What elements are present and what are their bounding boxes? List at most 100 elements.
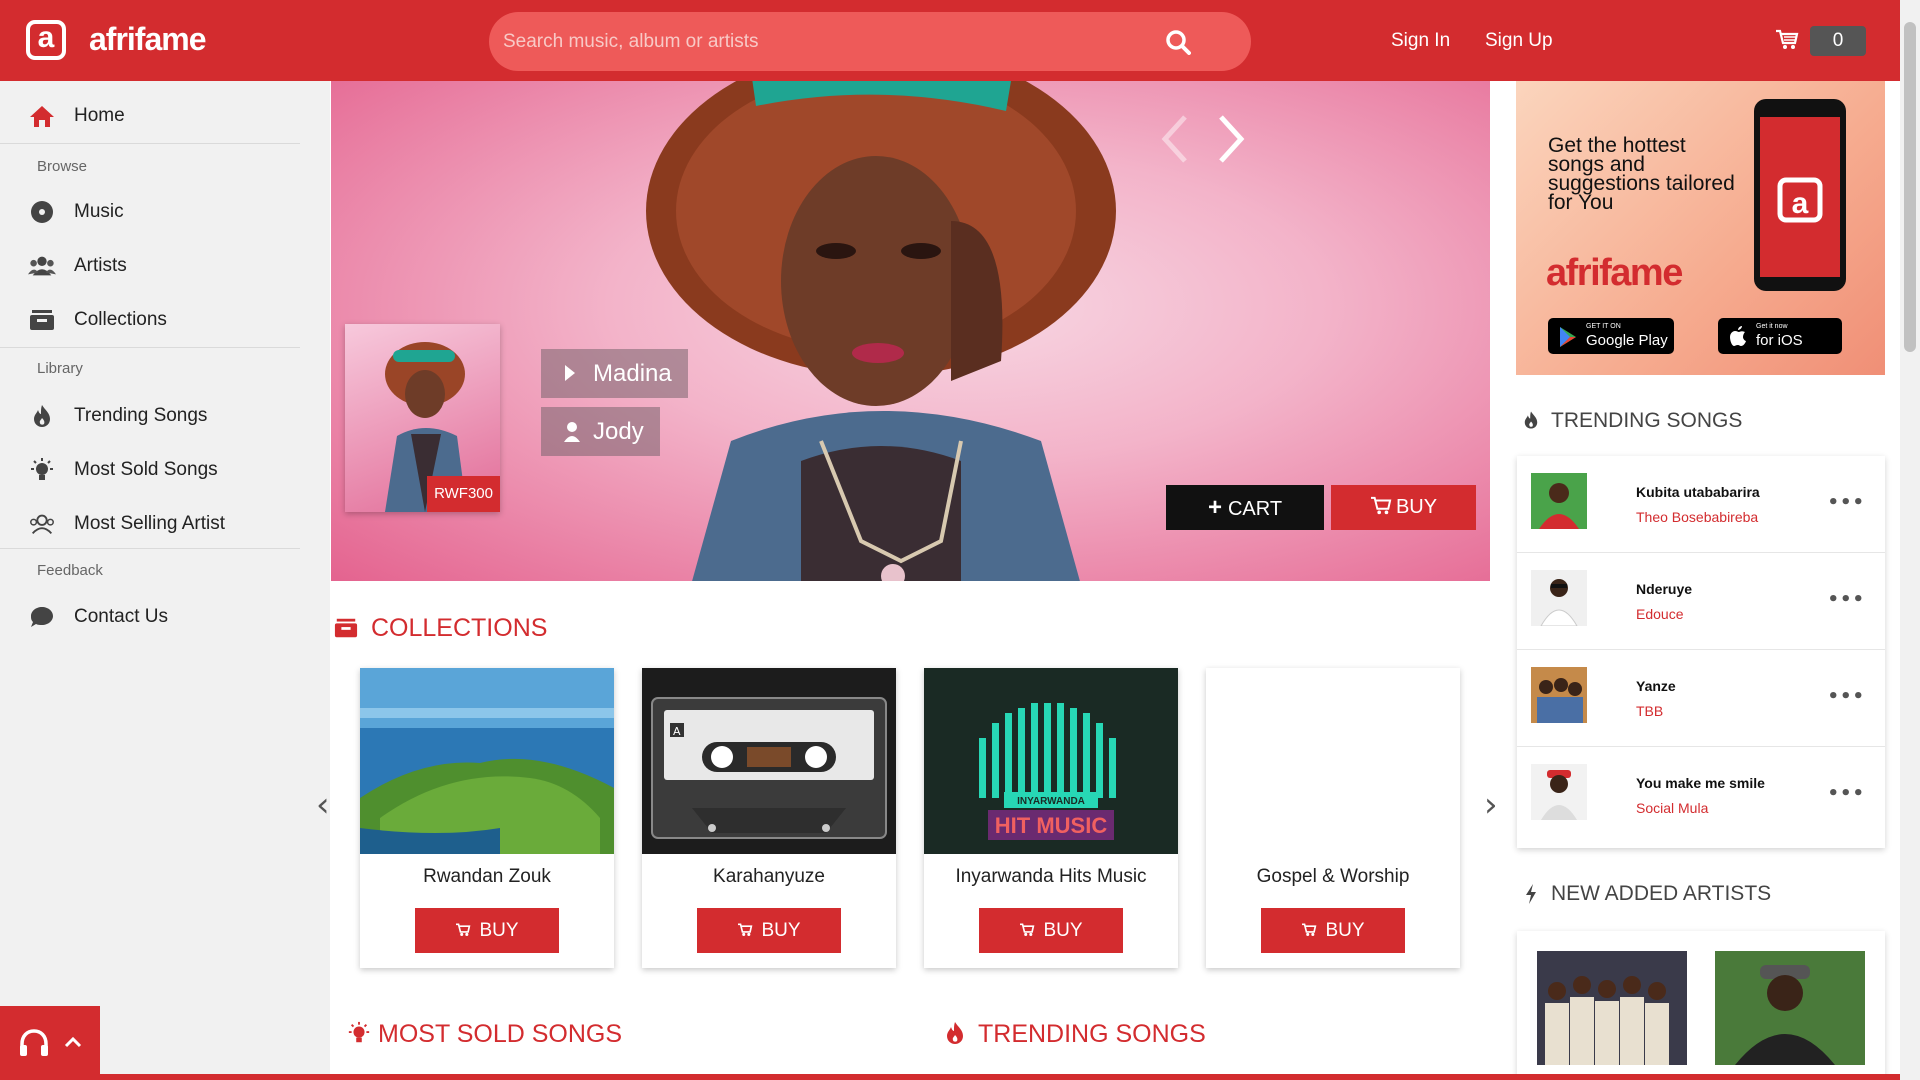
add-to-cart-button[interactable]: + CART [1166,485,1324,530]
top-header: a afrifame Sign In Sign Up 0 [0,0,1900,81]
phone-image: a [1754,99,1846,291]
song-artist[interactable]: Theo Bosebabireba [1636,509,1758,525]
browse-heading: Browse [37,158,88,175]
song-artist-avatar [1531,473,1587,529]
collection-title: Karahanyuze [713,866,825,887]
divider [0,347,300,348]
song-artist[interactable]: Edouce [1636,606,1683,622]
hit-music-art-text: HIT MUSIC [995,813,1108,838]
song-artist-avatar [1531,570,1587,626]
hero-next-arrow[interactable] [1209,111,1253,167]
collection-image [1206,668,1460,854]
fire-icon [947,1022,963,1044]
cassette-side-label: A [673,725,681,738]
collections-prev-arrow[interactable]: ‹ [316,785,330,825]
sidebar-item-home[interactable]: Home [0,91,300,141]
new-artist-card[interactable] [1715,951,1865,1065]
google-play-button[interactable]: GET IT ON Google Play [1548,318,1674,354]
collection-buy-button[interactable]: BUY [1261,908,1405,953]
sidebar-item-most-selling-artist[interactable]: Most Selling Artist [0,499,300,549]
sidebar-item-artists[interactable]: Artists [0,241,300,291]
sidebar-item-contact-us[interactable]: Contact Us [0,592,300,642]
song-title: Yanze [1636,678,1676,694]
sign-up-link[interactable]: Sign Up [1485,30,1553,52]
collections-next-arrow[interactable]: › [1484,785,1498,825]
collection-title: Inyarwanda Hits Music [955,866,1147,887]
scrollbar-thumb[interactable] [1904,22,1916,352]
song-artist[interactable]: Social Mula [1636,800,1708,816]
hero-album-thumbnail[interactable]: RWF300 [345,324,500,512]
most-sold-songs-heading: MOST SOLD SONGS [378,1020,623,1048]
song-artist-avatar [1531,667,1587,723]
feedback-heading: Feedback [37,562,103,579]
trending-song-item[interactable]: Yanze TBB ••• [1517,650,1885,747]
hero-prev-arrow[interactable] [1153,111,1197,167]
svg-text:a: a [1792,187,1809,220]
song-artist-avatar [1531,764,1587,820]
price-tag: RWF300 [427,476,500,512]
play-icon [565,365,575,381]
buy-button-label: BUY [1325,920,1365,941]
collection-card[interactable]: Rwandan Zouk BUY [360,668,614,968]
trending-song-item[interactable]: Nderuye Edouce ••• [1517,553,1885,650]
sidebar-item-label: Collections [74,309,167,330]
trending-songs-heading: TRENDING SONGS [978,1020,1206,1048]
disc-icon [28,198,56,226]
collection-title: Gospel & Worship [1256,866,1410,887]
search-icon[interactable] [1165,29,1191,55]
brand-name[interactable]: afrifame [89,20,206,58]
cart-count-badge[interactable]: 0 [1810,26,1866,56]
hero-artist-label[interactable]: Jody [541,407,660,456]
cart-icon [1302,923,1317,936]
sidebar-item-collections[interactable]: Collections [0,295,300,345]
sign-in-link[interactable]: Sign In [1391,30,1450,52]
cart-icon [1020,923,1035,936]
google-play-small-text: GET IT ON [1586,323,1621,330]
sidebar-item-most-sold-songs[interactable]: Most Sold Songs [0,445,300,495]
trending-song-item[interactable]: Kubita utababarira Theo Bosebabireba ••• [1517,456,1885,553]
cart-button-label: CART [1227,498,1283,520]
app-promo-banner[interactable]: Get the hottest songs and suggestions ta… [1516,81,1885,375]
buy-button-label: BUY [479,920,519,941]
more-options-icon[interactable]: ••• [1827,783,1865,804]
google-play-label: Google Play [1586,332,1668,349]
more-options-icon[interactable]: ••• [1827,589,1865,610]
more-options-icon[interactable]: ••• [1827,492,1865,513]
new-artist-card[interactable] [1537,951,1687,1065]
hero-artist-image [646,81,1116,581]
fire-icon [28,402,56,430]
collection-card[interactable]: A Karahanyuze BUY [642,668,896,968]
headphones-icon [20,1029,48,1056]
collection-card[interactable]: INYARWANDA HIT MUSIC Inyarwanda Hits Mus… [924,668,1178,968]
collection-buy-button[interactable]: BUY [697,908,841,953]
sidebar-item-music[interactable]: Music [0,187,300,237]
collection-buy-button[interactable]: BUY [415,908,559,953]
bottom-accent-bar [0,1074,1900,1080]
player-toggle-button[interactable] [0,1006,100,1080]
ios-small-text: Get it now [1756,323,1788,330]
page-scrollbar[interactable] [1900,0,1920,1080]
chat-bubble-icon [28,603,56,631]
logo-icon[interactable]: a [26,20,66,60]
song-artist[interactable]: TBB [1636,703,1663,719]
inyarwanda-art-text: INYARWANDA [1017,796,1085,807]
hero-buy-button[interactable]: BUY [1331,485,1476,530]
more-options-icon[interactable]: ••• [1827,686,1865,707]
sidebar-item-label: Most Sold Songs [74,459,218,480]
hero-song-label[interactable]: Madina [541,349,688,398]
app-store-button[interactable]: Get it now for iOS [1718,318,1842,354]
sidebar: Home Browse Music Artists Collections Li… [0,81,330,1080]
search-input[interactable] [503,12,1183,71]
collection-title: Rwandan Zouk [423,866,551,887]
sidebar-item-trending-songs[interactable]: Trending Songs [0,391,300,441]
promo-brand: afrifame [1546,252,1683,294]
trending-songs-panel-heading: TRENDING SONGS [1551,409,1743,432]
song-title: You make me smile [1636,775,1765,791]
trending-song-item[interactable]: You make me smile Social Mula ••• [1517,747,1885,844]
collection-buy-button[interactable]: BUY [979,908,1123,953]
collection-card[interactable]: Gospel & Worship BUY [1206,668,1460,968]
sidebar-item-label: Music [74,201,124,222]
chevron-up-icon [64,1036,82,1048]
archive-box-icon [334,618,358,638]
cart-icon[interactable] [1775,29,1799,51]
